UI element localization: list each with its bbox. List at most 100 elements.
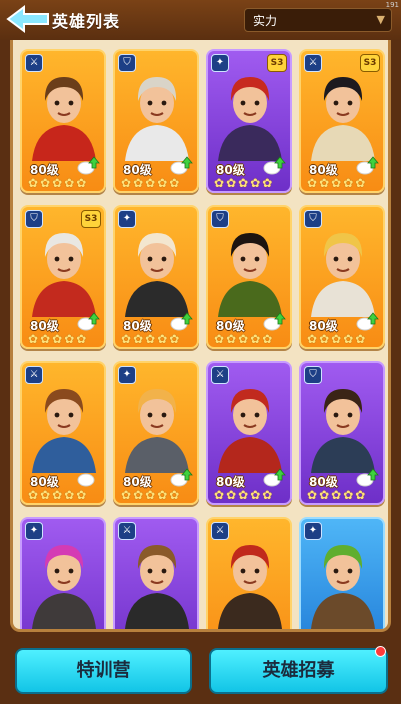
star-icon: ✿ <box>226 332 237 346</box>
star-icon: ✿ <box>331 332 342 346</box>
hero-portrait <box>311 389 375 473</box>
hero-card[interactable]: ⚔ <box>206 517 292 629</box>
hero-recruit-button[interactable]: 英雄招募 <box>209 646 388 694</box>
upgrade-icon[interactable] <box>169 467 193 487</box>
star-icon: ✿ <box>226 488 237 502</box>
star-icon: ✿ <box>40 176 51 190</box>
star-icon: ✿ <box>121 176 132 190</box>
upgrade-icon[interactable] <box>355 311 379 331</box>
upgrade-icon[interactable] <box>355 155 379 175</box>
hero-portrait <box>218 389 282 473</box>
hero-card[interactable]: ✦ <box>299 517 385 629</box>
star-rating: ✿ ✿ ✿ ✿ ✿ <box>121 333 197 345</box>
magic-icon: ✦ <box>118 210 136 228</box>
star-icon: ✿ <box>262 176 273 190</box>
hero-card[interactable]: ✦ 80级 ✿ ✿ ✿ ✿ ✿ <box>113 205 199 349</box>
hero-portrait <box>311 545 375 629</box>
hero-card[interactable]: ⚔ <box>113 517 199 629</box>
star-icon: ✿ <box>343 488 354 502</box>
star-icon: ✿ <box>307 332 318 346</box>
star-icon: ✿ <box>319 488 330 502</box>
hero-portrait <box>32 233 96 317</box>
hero-card[interactable]: ⚔ S3 80级 ✿ ✿ ✿ ✿ ✿ <box>299 49 385 193</box>
sort-dropdown[interactable]: 实力 ▼ <box>244 8 392 32</box>
upgrade-icon[interactable] <box>76 467 100 487</box>
star-icon: ✿ <box>121 488 132 502</box>
hero-portrait <box>125 77 189 161</box>
magic-icon: ✦ <box>211 54 229 72</box>
hero-card[interactable]: ⚔ 80级 ✿ ✿ ✿ ✿ ✿ <box>206 361 292 505</box>
star-icon: ✿ <box>145 488 156 502</box>
upgrade-icon[interactable] <box>169 311 193 331</box>
upgrade-icon[interactable] <box>76 155 100 175</box>
magic-icon: ✦ <box>118 366 136 384</box>
hero-card[interactable]: ✦ <box>20 517 106 629</box>
top-bar: 英雄列表 实力 ▼ 191 <box>0 0 401 40</box>
star-icon: ✿ <box>28 488 39 502</box>
star-rating: ✿ ✿ ✿ ✿ ✿ <box>307 489 383 501</box>
shield-icon: ⛉ <box>25 210 43 228</box>
star-icon: ✿ <box>76 176 87 190</box>
hero-card[interactable]: ⛉ S3 80级 ✿ ✿ ✿ ✿ ✿ <box>20 205 106 349</box>
star-icon: ✿ <box>133 332 144 346</box>
upgrade-icon[interactable] <box>262 467 286 487</box>
training-camp-button[interactable]: 特训营 <box>15 648 192 694</box>
star-rating: ✿ ✿ ✿ ✿ ✿ <box>214 489 290 501</box>
hero-portrait <box>32 545 96 629</box>
skin-badge: S3 <box>360 54 380 72</box>
star-icon: ✿ <box>52 176 63 190</box>
star-rating: ✿ ✿ ✿ ✿ ✿ <box>307 333 383 345</box>
upgrade-icon[interactable] <box>76 311 100 331</box>
star-rating: ✿ ✿ ✿ ✿ ✿ <box>121 489 197 501</box>
back-arrow-icon[interactable] <box>6 4 52 34</box>
hero-card[interactable]: ⛉ 80级 ✿ ✿ ✿ ✿ ✿ <box>113 49 199 193</box>
hero-card[interactable]: ✦ S3 80级 ✿ ✿ ✿ ✿ ✿ <box>206 49 292 193</box>
hero-card[interactable]: ⛉ 80级 ✿ ✿ ✿ ✿ ✿ <box>206 205 292 349</box>
star-icon: ✿ <box>157 332 168 346</box>
star-icon: ✿ <box>169 176 180 190</box>
hero-card[interactable]: ⛉ 80级 ✿ ✿ ✿ ✿ ✿ <box>299 205 385 349</box>
hero-portrait <box>218 233 282 317</box>
star-icon: ✿ <box>238 332 249 346</box>
hero-card[interactable]: ✦ 80级 ✿ ✿ ✿ ✿ ✿ <box>113 361 199 505</box>
hero-card[interactable]: ⚔ 80级 ✿ ✿ ✿ ✿ ✿ <box>20 49 106 193</box>
star-icon: ✿ <box>214 332 225 346</box>
skin-badge: S3 <box>267 54 287 72</box>
star-icon: ✿ <box>214 176 225 190</box>
hero-portrait <box>32 77 96 161</box>
star-icon: ✿ <box>238 488 249 502</box>
hero-card[interactable]: ⛉ 80级 ✿ ✿ ✿ ✿ ✿ <box>299 361 385 505</box>
star-icon: ✿ <box>145 332 156 346</box>
upgrade-icon[interactable] <box>169 155 193 175</box>
star-icon: ✿ <box>262 488 273 502</box>
upgrade-icon[interactable] <box>355 467 379 487</box>
star-icon: ✿ <box>262 332 273 346</box>
hero-portrait <box>311 233 375 317</box>
magic-icon: ✦ <box>304 522 322 540</box>
upgrade-icon[interactable] <box>262 155 286 175</box>
crossed-swords-icon: ⚔ <box>25 366 43 384</box>
dropdown-chevron-icon: ▼ <box>376 13 385 26</box>
star-icon: ✿ <box>169 488 180 502</box>
star-icon: ✿ <box>214 488 225 502</box>
star-icon: ✿ <box>40 488 51 502</box>
star-icon: ✿ <box>307 176 318 190</box>
upgrade-icon[interactable] <box>262 311 286 331</box>
hero-portrait <box>311 77 375 161</box>
sort-selected-label: 实力 <box>253 14 278 28</box>
star-icon: ✿ <box>331 176 342 190</box>
shield-icon: ⛉ <box>304 366 322 384</box>
hero-portrait <box>125 233 189 317</box>
star-icon: ✿ <box>307 488 318 502</box>
star-rating: ✿ ✿ ✿ ✿ ✿ <box>28 177 104 189</box>
star-rating: ✿ ✿ ✿ ✿ ✿ <box>28 333 104 345</box>
star-icon: ✿ <box>64 332 75 346</box>
star-icon: ✿ <box>250 332 261 346</box>
hero-card[interactable]: ⚔ 80级 ✿ ✿ ✿ ✿ ✿ <box>20 361 106 505</box>
star-icon: ✿ <box>250 176 261 190</box>
hero-recruit-label: 英雄招募 <box>262 660 335 681</box>
corner-badge: 191 <box>385 1 399 9</box>
shield-icon: ⛉ <box>211 210 229 228</box>
star-icon: ✿ <box>145 176 156 190</box>
star-icon: ✿ <box>226 176 237 190</box>
